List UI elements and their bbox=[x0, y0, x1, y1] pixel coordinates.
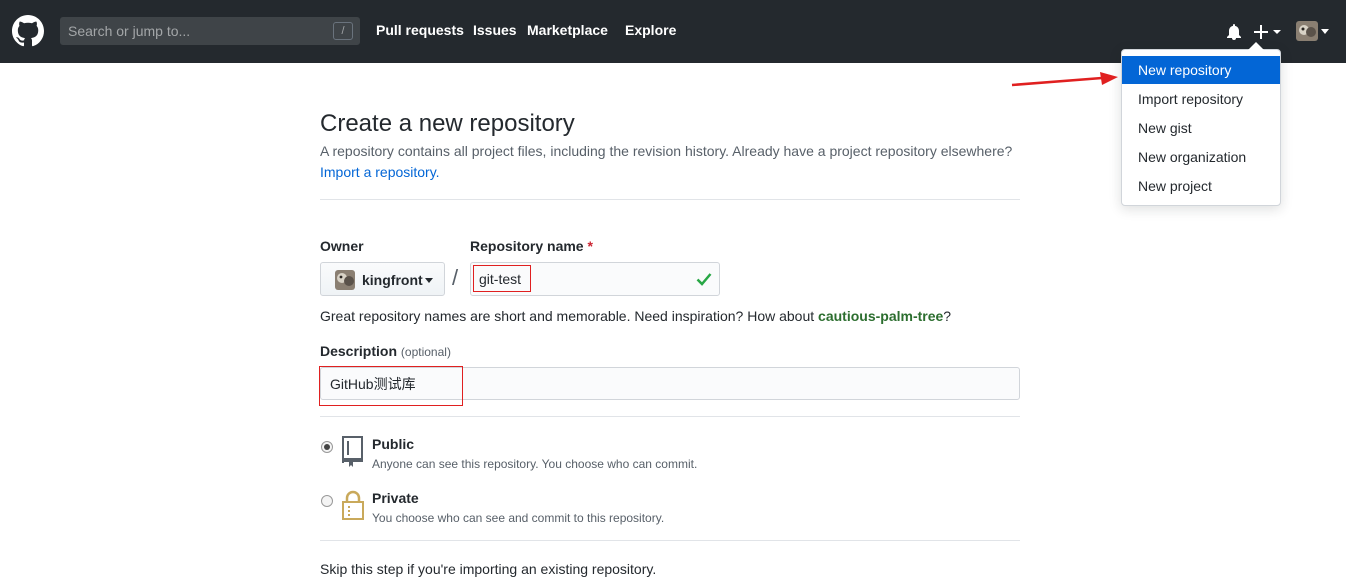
search-shortcut-key: / bbox=[333, 22, 353, 40]
nav-pull-requests[interactable]: Pull requests bbox=[376, 22, 464, 38]
hint-suffix: ? bbox=[943, 308, 952, 324]
create-new-dropdown: New repository Import repository New gis… bbox=[1121, 42, 1281, 206]
description-label-text: Description bbox=[320, 343, 398, 359]
visibility-public-desc: Anyone can see this repository. You choo… bbox=[372, 457, 698, 471]
nav-marketplace[interactable]: Marketplace bbox=[527, 22, 608, 38]
avatar[interactable] bbox=[1296, 21, 1318, 41]
dropdown-pointer bbox=[1248, 42, 1264, 50]
menu-item-new-repository[interactable]: New repository bbox=[1122, 56, 1280, 84]
repo-name-hint: Great repository names are short and mem… bbox=[320, 308, 951, 324]
divider bbox=[320, 416, 1020, 417]
required-mark: * bbox=[587, 238, 593, 254]
owner-label: Owner bbox=[320, 238, 364, 254]
radio-public[interactable] bbox=[321, 441, 333, 453]
nav-issues[interactable]: Issues bbox=[473, 22, 517, 38]
hint-prefix: Great repository names are short and mem… bbox=[320, 308, 819, 324]
page-title: Create a new repository bbox=[320, 110, 575, 137]
name-suggestion-link[interactable]: cautious-palm-tree bbox=[818, 308, 943, 324]
page-subtitle: A repository contains all project files,… bbox=[320, 143, 1013, 159]
menu-item-new-gist[interactable]: New gist bbox=[1122, 114, 1280, 142]
divider bbox=[320, 199, 1020, 200]
visibility-public-title: Public bbox=[372, 436, 415, 452]
menu-item-new-organization[interactable]: New organization bbox=[1122, 143, 1280, 171]
lock-icon bbox=[342, 490, 364, 520]
skip-step-note: Skip this step if you're importing an ex… bbox=[320, 561, 657, 577]
annotation-box-repo-name bbox=[473, 265, 531, 292]
repo-name-label: Repository name * bbox=[470, 238, 593, 254]
nav-explore[interactable]: Explore bbox=[625, 22, 676, 38]
visibility-private-title: Private bbox=[372, 490, 419, 506]
radio-private[interactable] bbox=[321, 495, 333, 507]
chevron-down-icon[interactable] bbox=[1321, 29, 1329, 34]
bell-icon[interactable] bbox=[1226, 24, 1242, 40]
search-input[interactable] bbox=[61, 18, 321, 44]
optional-note: (optional) bbox=[400, 345, 451, 359]
plus-icon[interactable] bbox=[1254, 22, 1282, 42]
annotation-arrow-icon bbox=[1011, 72, 1118, 87]
chevron-down-icon bbox=[425, 278, 433, 283]
menu-item-new-project[interactable]: New project bbox=[1122, 172, 1280, 200]
annotation-box-description bbox=[319, 366, 463, 406]
menu-item-import-repository[interactable]: Import repository bbox=[1122, 85, 1280, 113]
search-box[interactable]: / bbox=[60, 17, 360, 45]
owner-name: kingfront bbox=[362, 272, 423, 288]
owner-select-button[interactable]: kingfront bbox=[320, 262, 445, 296]
github-logo-icon[interactable] bbox=[12, 15, 44, 47]
repo-name-label-text: Repository name bbox=[470, 238, 584, 254]
visibility-private-desc: You choose who can see and commit to thi… bbox=[372, 511, 665, 525]
owner-repo-separator: / bbox=[452, 265, 459, 290]
repo-book-icon bbox=[342, 436, 363, 467]
import-repository-link[interactable]: Import a repository. bbox=[320, 164, 440, 180]
divider bbox=[320, 540, 1020, 541]
owner-avatar bbox=[335, 270, 355, 290]
check-icon bbox=[696, 273, 712, 286]
description-label: Description (optional) bbox=[320, 343, 451, 359]
